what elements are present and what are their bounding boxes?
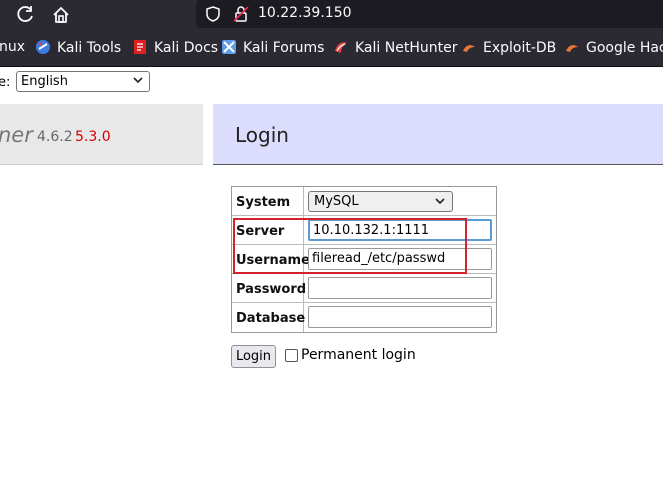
reload-icon[interactable] [14,4,36,26]
bookmark-kali-linux[interactable]: nux [0,39,25,55]
chevron-down-icon [435,198,445,205]
bookmark-label: Google Hack [586,40,663,56]
google-hacking-icon [564,39,580,55]
permanent-login-checkbox[interactable] [285,349,298,362]
bookmark-kali-tools[interactable]: Kali Tools [35,39,121,56]
exploit-db-icon [461,39,477,55]
login-header: Login [213,104,663,165]
bookmark-google-hacking[interactable]: Google Hack [564,39,663,56]
url-text[interactable]: 10.22.39.150 [258,5,352,21]
bookmark-label: Kali Docs [154,40,219,56]
language-value: English [21,74,68,89]
password-label: Password [236,282,307,297]
bookmark-kali-nethunter[interactable]: Kali NetHunter [333,39,457,56]
bookmark-kali-docs[interactable]: Kali Docs [132,39,218,56]
page-title: Login [235,123,289,147]
system-select[interactable]: MySQL [308,191,453,212]
app-logo-text: ner [0,123,33,147]
password-input[interactable] [308,277,492,299]
database-label: Database [236,311,306,326]
kali-nethunter-icon [333,39,349,55]
language-select[interactable]: English [16,71,150,92]
language-label: e: [0,75,11,90]
db-version-label: 5.3.0 [75,129,111,145]
bookmark-exploit-db[interactable]: Exploit-DB [461,39,556,56]
browser-toolbar: 10.22.39.150 [0,0,663,30]
system-row: System MySQL [232,187,496,216]
bookmark-label: Kali NetHunter [355,40,458,56]
bookmarks-bar: nux Kali Tools Kali Docs Kali Forums Kal… [0,30,663,67]
label-cell: Database [232,303,306,332]
address-bar[interactable]: 10.22.39.150 [196,0,663,28]
logo-panel: ner 4.6.2 5.3.0 [0,104,203,165]
bookmark-kali-forums[interactable]: Kali Forums [221,39,324,56]
kali-docs-icon [132,39,148,55]
chevron-down-icon [133,77,143,84]
bookmark-label: nux [0,39,26,55]
system-label: System [236,195,291,210]
bookmark-label: Kali Tools [57,40,122,56]
system-value: MySQL [314,194,359,209]
password-row: Password [232,274,496,303]
login-button[interactable]: Login [231,345,276,368]
label-cell: System [232,187,304,216]
home-icon[interactable] [50,4,72,26]
bookmark-label: Exploit-DB [483,40,557,56]
database-input[interactable] [308,306,492,328]
label-cell: Password [232,274,307,303]
database-row: Database [232,303,496,332]
kali-tools-icon [35,39,51,55]
tracking-shield-icon[interactable] [204,5,222,23]
version-label: 4.6.2 [37,129,73,145]
bookmark-label: Kali Forums [243,40,325,56]
kali-forums-icon [221,39,237,55]
insecure-lock-icon[interactable] [232,5,250,23]
highlight-annotation [233,218,467,274]
permanent-login-label[interactable]: Permanent login [301,347,416,363]
